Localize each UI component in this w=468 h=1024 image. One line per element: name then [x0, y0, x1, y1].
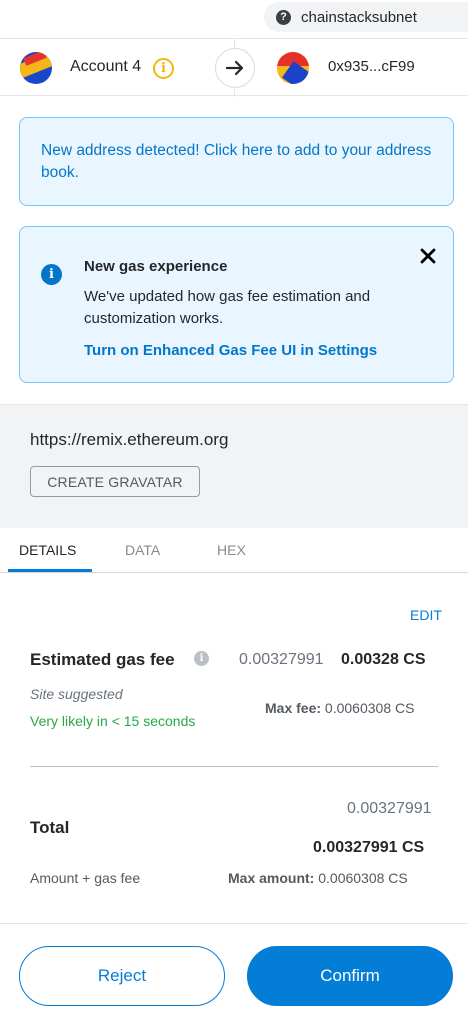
max-fee-row: Max fee: 0.0060308 CS [265, 700, 414, 716]
new-address-alert[interactable]: New address detected! Click here to add … [19, 117, 454, 206]
enhanced-gas-settings-link[interactable]: Turn on Enhanced Gas Fee UI in Settings [84, 342, 377, 359]
confirm-button[interactable]: Confirm [247, 946, 453, 1006]
total-value-native: 0.00327991 CS [313, 839, 425, 856]
notice-title: New gas experience [84, 258, 228, 275]
gas-fee-value: 0.00327991 [239, 651, 324, 668]
info-icon[interactable]: i [153, 58, 174, 79]
arrow-right-icon [215, 48, 255, 88]
create-gravatar-button[interactable]: CREATE GRAVATAR [30, 466, 200, 497]
sender-recipient-row: Account 4 i 0x935...cF99 [0, 38, 468, 97]
divider [30, 766, 438, 767]
origin-section: https://remix.ethereum.org CREATE GRAVAT… [0, 404, 468, 528]
reject-button[interactable]: Reject [19, 946, 225, 1006]
estimated-gas-fee-label: Estimated gas fee [30, 650, 175, 669]
info-icon[interactable]: i [194, 651, 209, 666]
footer-actions: Reject Confirm [0, 923, 468, 1024]
origin-url: https://remix.ethereum.org [30, 430, 229, 449]
close-icon[interactable] [416, 244, 440, 268]
recipient-address[interactable]: 0x935...cF99 [328, 58, 415, 75]
notice-body: We've updated how gas fee estimation and… [84, 288, 371, 327]
from-account-name[interactable]: Account 4 [70, 58, 141, 76]
gas-fee-value-native: 0.00328 CS [341, 651, 426, 668]
from-account-avatar [20, 52, 52, 84]
tab-data[interactable]: DATA [125, 542, 160, 558]
site-suggested-label: Site suggested [30, 686, 123, 702]
likely-time-text: Very likely in < 15 seconds [30, 713, 196, 729]
max-amount-value: 0.0060308 CS [318, 870, 408, 886]
tab-details[interactable]: DETAILS [19, 542, 76, 558]
edit-button[interactable]: EDIT [410, 607, 442, 623]
total-label: Total [30, 818, 70, 837]
active-tab-indicator [8, 569, 92, 572]
help-icon: ? [276, 9, 291, 25]
to-account-avatar [277, 52, 309, 84]
max-amount-label: Max amount: [228, 870, 315, 886]
network-indicator[interactable]: ? chainstacksubnet [264, 2, 468, 32]
max-fee-value: 0.0060308 CS [324, 700, 415, 716]
tab-bar: DETAILS DATA HEX [0, 528, 468, 573]
max-amount-row: Max amount: 0.0060308 CS [228, 870, 408, 886]
new-address-alert-text: New address detected! Click here to add … [41, 142, 432, 181]
total-value: 0.00327991 [347, 800, 432, 817]
network-name: chainstacksubnet [301, 8, 417, 26]
network-bar: ? chainstacksubnet [0, 0, 468, 38]
tab-hex[interactable]: HEX [217, 542, 246, 558]
gas-experience-notice: i New gas experience We've updated how g… [19, 226, 454, 383]
max-fee-label: Max fee: [265, 700, 322, 716]
info-icon: i [41, 264, 62, 285]
amount-plus-gas-label: Amount + gas fee [30, 870, 141, 886]
